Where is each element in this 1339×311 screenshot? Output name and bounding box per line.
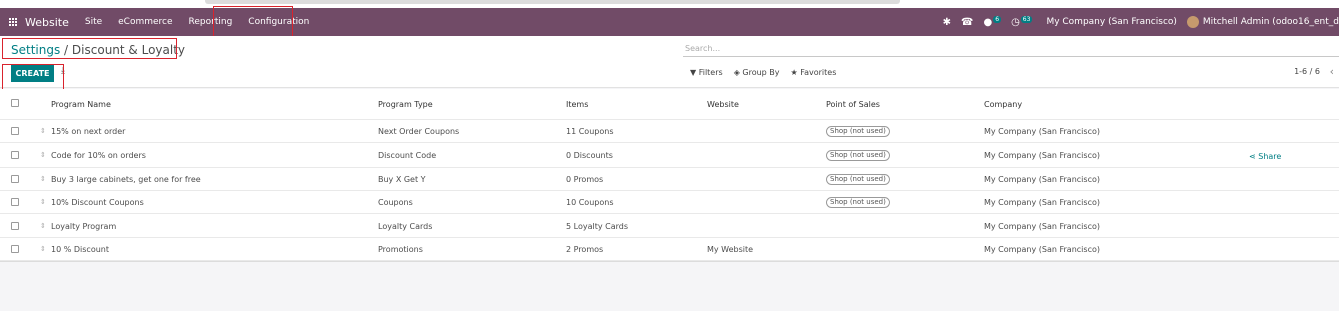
program-name: Buy 3 large cabinets, get one for free bbox=[51, 175, 201, 184]
pos-tag: Shop (not used) bbox=[826, 126, 890, 137]
table-row[interactable]: ⇕ 10 % Discount Promotions 2 Promos My W… bbox=[0, 238, 1339, 261]
drag-handle-icon[interactable]: ⇕ bbox=[40, 175, 46, 183]
bug-icon[interactable]: ✱ bbox=[943, 17, 951, 28]
program-name: Loyalty Program bbox=[51, 222, 117, 231]
row-checkbox[interactable] bbox=[11, 175, 19, 183]
program-company: My Company (San Francisco) bbox=[984, 151, 1100, 160]
browser-top-strip bbox=[0, 0, 1339, 8]
highlight-breadcrumb bbox=[2, 38, 177, 59]
drag-handle-icon[interactable]: ⇕ bbox=[40, 245, 46, 253]
menu-ecommerce[interactable]: eCommerce bbox=[118, 17, 172, 27]
program-type: Promotions bbox=[378, 245, 423, 254]
top-navbar: Website Site eCommerce Reporting Configu… bbox=[0, 8, 1339, 36]
column-company[interactable]: Company bbox=[984, 100, 1022, 109]
drag-handle-icon[interactable]: ⇕ bbox=[40, 127, 46, 135]
program-items: 11 Coupons bbox=[566, 127, 614, 136]
row-checkbox[interactable] bbox=[11, 198, 19, 206]
program-type: Discount Code bbox=[378, 151, 437, 160]
control-panel: Settings / Discount & Loyalty CREATE ⤓ ▼… bbox=[0, 36, 1339, 88]
user-menu[interactable]: Mitchell Admin (odoo16_ent_d bbox=[1203, 17, 1339, 27]
column-items[interactable]: Items bbox=[566, 100, 588, 109]
select-all-checkbox[interactable] bbox=[11, 99, 19, 107]
avatar[interactable] bbox=[1186, 16, 1199, 28]
table-row[interactable]: ⇕ Buy 3 large cabinets, get one for free… bbox=[0, 168, 1339, 191]
filters-button[interactable]: ▼ Filters bbox=[690, 68, 723, 77]
pager-value[interactable]: 1-6 / 6 bbox=[1294, 67, 1320, 76]
program-items: 10 Coupons bbox=[566, 198, 614, 207]
program-type: Buy X Get Y bbox=[378, 175, 426, 184]
program-name: 15% on next order bbox=[51, 127, 126, 136]
drag-handle-icon[interactable]: ⇕ bbox=[40, 151, 46, 159]
table-row[interactable]: ⇕ 10% Discount Coupons Coupons 10 Coupon… bbox=[0, 191, 1339, 214]
program-website: My Website bbox=[707, 245, 754, 254]
star-icon: ★ bbox=[790, 68, 798, 77]
search-options: ▼ Filters ◈ Group By ★ Favorites bbox=[690, 68, 836, 77]
layers-icon: ◈ bbox=[733, 68, 740, 77]
program-company: My Company (San Francisco) bbox=[984, 198, 1100, 207]
chat-icon[interactable]: ● 6 bbox=[984, 15, 1002, 28]
program-items: 0 Discounts bbox=[566, 151, 613, 160]
pos-tag: Shop (not used) bbox=[826, 197, 890, 208]
pos-tag: Shop (not used) bbox=[826, 174, 890, 185]
menu-site[interactable]: Site bbox=[85, 17, 102, 27]
program-items: 0 Promos bbox=[566, 175, 604, 184]
highlight-create bbox=[2, 64, 64, 90]
program-company: My Company (San Francisco) bbox=[984, 222, 1100, 231]
drag-handle-icon[interactable]: ⇕ bbox=[40, 222, 46, 230]
messages-badge: 6 bbox=[993, 15, 1002, 23]
company-switcher[interactable]: My Company (San Francisco) bbox=[1046, 17, 1176, 27]
scroll-indicator bbox=[205, 0, 900, 4]
program-items: 2 Promos bbox=[566, 245, 604, 254]
program-company: My Company (San Francisco) bbox=[984, 127, 1100, 136]
chevron-left-icon[interactable]: ‹ bbox=[1330, 65, 1334, 78]
program-items: 5 Loyalty Cards bbox=[566, 222, 628, 231]
column-program-name[interactable]: Program Name bbox=[51, 100, 111, 109]
table-header: Program Name Program Type Items Website … bbox=[0, 89, 1339, 120]
group-by-label: Group By bbox=[742, 68, 780, 77]
row-checkbox[interactable] bbox=[11, 222, 19, 230]
share-button[interactable]: ⋖ Share bbox=[1249, 152, 1281, 161]
table-row[interactable]: ⇕ Code for 10% on orders Discount Code 0… bbox=[0, 143, 1339, 168]
column-website[interactable]: Website bbox=[707, 100, 739, 109]
apps-grid-icon[interactable] bbox=[9, 18, 17, 26]
program-name: Code for 10% on orders bbox=[51, 151, 146, 160]
program-type: Coupons bbox=[378, 198, 413, 207]
app-name[interactable]: Website bbox=[25, 16, 69, 29]
row-checkbox[interactable] bbox=[11, 245, 19, 253]
row-checkbox[interactable] bbox=[11, 127, 19, 135]
program-list: Program Name Program Type Items Website … bbox=[0, 89, 1339, 262]
drag-handle-icon[interactable]: ⇕ bbox=[40, 198, 46, 206]
group-by-button[interactable]: ◈ Group By bbox=[734, 68, 780, 77]
activities-badge: 63 bbox=[1020, 15, 1033, 23]
search-input[interactable] bbox=[683, 40, 1339, 56]
program-company: My Company (San Francisco) bbox=[984, 175, 1100, 184]
navbar-systray: ✱ ☎ ● 6 ◷ 63 My Company (San Francisco) Mi… bbox=[943, 8, 1339, 36]
pos-tag: Shop (not used) bbox=[826, 150, 890, 161]
table-row[interactable]: ⇕ 15% on next order Next Order Coupons 1… bbox=[0, 120, 1339, 143]
program-name: 10 % Discount bbox=[51, 245, 109, 254]
program-company: My Company (San Francisco) bbox=[984, 245, 1100, 254]
filters-label: Filters bbox=[698, 68, 723, 77]
clock-icon[interactable]: ◷ 63 bbox=[1011, 15, 1033, 28]
program-type: Loyalty Cards bbox=[378, 222, 433, 231]
column-program-type[interactable]: Program Type bbox=[378, 100, 433, 109]
favorites-label: Favorites bbox=[800, 68, 837, 77]
share-label: Share bbox=[1258, 152, 1282, 161]
row-checkbox[interactable] bbox=[11, 151, 19, 159]
program-type: Next Order Coupons bbox=[378, 127, 460, 136]
table-row[interactable]: ⇕ Loyalty Program Loyalty Cards 5 Loyalt… bbox=[0, 215, 1339, 238]
column-point-of-sales[interactable]: Point of Sales bbox=[826, 100, 880, 109]
search-bar bbox=[683, 40, 1339, 57]
favorites-button[interactable]: ★ Favorites bbox=[791, 68, 837, 77]
share-icon: ⋖ bbox=[1249, 152, 1256, 161]
filter-icon: ▼ bbox=[690, 68, 697, 77]
program-name: 10% Discount Coupons bbox=[51, 198, 144, 207]
phone-icon[interactable]: ☎ bbox=[961, 17, 973, 28]
